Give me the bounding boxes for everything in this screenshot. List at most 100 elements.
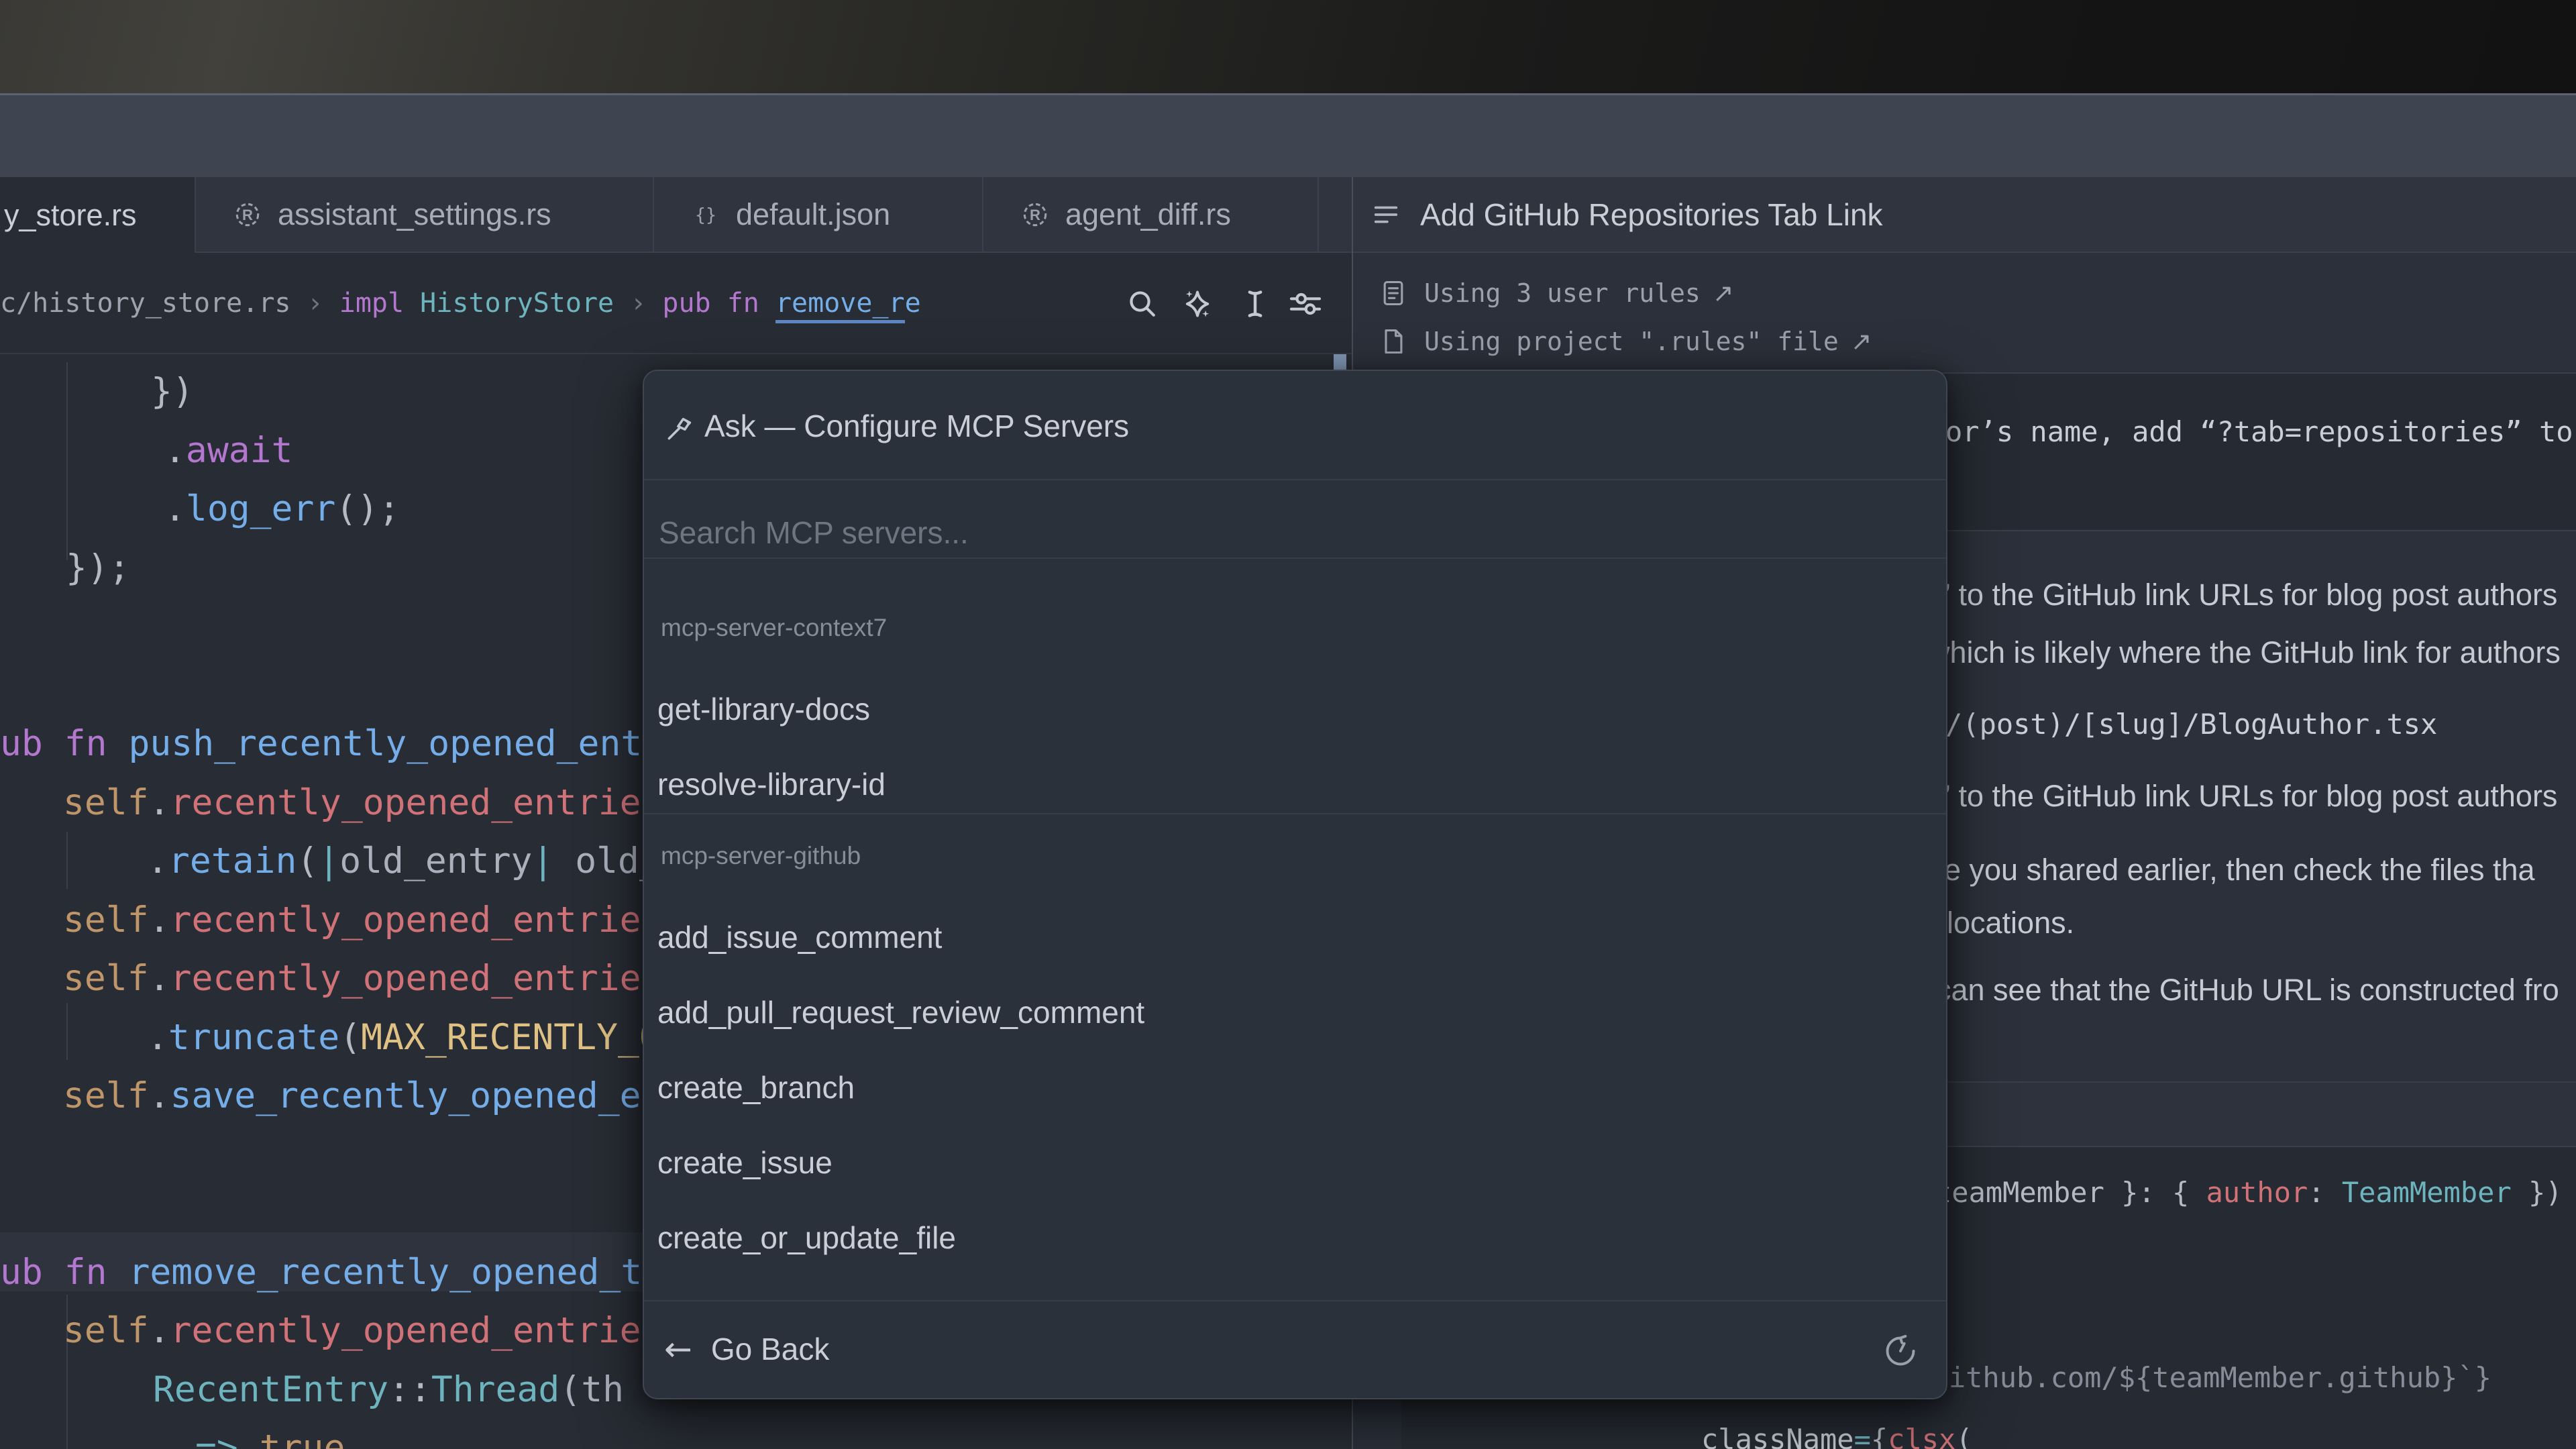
code-token: remove_recently_opened_th	[128, 1252, 663, 1293]
editor-scrollbar-thumb[interactable]	[1334, 354, 1346, 370]
svg-text:R: R	[242, 207, 253, 223]
code-token: self	[63, 958, 149, 999]
code-token: save_recently_opened_en	[170, 1075, 663, 1116]
code-token: self	[63, 900, 149, 941]
code-line: })	[151, 362, 194, 421]
breadcrumb[interactable]: c/history_store.rs › impl HistoryStore ›…	[0, 280, 921, 327]
modal-footer: ← Go Back	[644, 1300, 1946, 1398]
code-line: ub fn push_recently_opened_entr	[0, 714, 663, 773]
mcp-tool-item[interactable]: add_pull_request_review_comment	[657, 980, 1935, 1044]
svg-text:{}: {}	[695, 205, 716, 225]
history-icon[interactable]	[1883, 1334, 1918, 1368]
code-line: self.save_recently_opened_en	[63, 1067, 662, 1125]
code-token: fn	[64, 723, 129, 764]
code-token: ();	[335, 488, 400, 529]
tab-y_store.rs[interactable]: y_store.rs	[0, 177, 196, 253]
code-token: self	[63, 782, 149, 823]
mcp-tool-item[interactable]: resolve-library-id	[657, 752, 1935, 816]
sliders-icon[interactable]	[1287, 285, 1324, 323]
mcp-tool-item[interactable]: create_branch	[657, 1055, 1935, 1120]
modal-title: Ask — Configure MCP Servers	[704, 408, 1129, 444]
tab-default.json[interactable]: {}default.json	[654, 177, 983, 252]
code-line: });	[66, 539, 130, 597]
code-token: ub	[0, 723, 64, 764]
response-line: /(post)/[slug]/BlogAuthor.tsx	[1945, 706, 2437, 743]
thread-title: Add GitHub Repositories Tab Link	[1420, 197, 1883, 233]
code-line: .retain(|old_entry| old_ent	[147, 832, 725, 890]
rules-row[interactable]: Using 3 user rules↗	[1379, 278, 1734, 308]
code-token: true	[238, 1428, 345, 1449]
breadcrumb-segment: HistoryStore	[420, 288, 614, 319]
code-token: self	[63, 1310, 149, 1351]
code-line: RecentEntry::Thread(th	[153, 1360, 624, 1419]
mcp-tool-item[interactable]: get-library-docs	[657, 677, 1935, 741]
code-token: recently_opened_entries	[170, 782, 663, 823]
mcp-tool-item[interactable]: create_or_update_file	[657, 1205, 1935, 1270]
code-token: });	[66, 547, 130, 588]
tab-label: y_store.rs	[4, 198, 137, 233]
divider	[644, 557, 1946, 559]
mcp-tool-item[interactable]: add_issue_comment	[657, 905, 1935, 969]
divider	[644, 813, 1946, 814]
indent-guide	[66, 1003, 68, 1060]
code-line: => true,	[195, 1419, 366, 1449]
code-token: .	[147, 1017, 168, 1058]
code-line: self.recently_opened_entries	[63, 949, 662, 1008]
response-line: ” to the GitHub link URLs for blog post …	[1940, 576, 2557, 614]
code-token: :	[2308, 1176, 2342, 1209]
rust-icon: R	[1020, 199, 1051, 230]
code-token: |	[532, 841, 553, 881]
code-token: (th	[559, 1369, 624, 1410]
rules-label: Using project ".rules" file	[1424, 327, 1839, 356]
sparkle-icon[interactable]	[1179, 285, 1216, 323]
code-token: |	[318, 841, 339, 881]
code-token: })	[151, 371, 194, 412]
go-back-button[interactable]: ← Go Back	[664, 1330, 829, 1368]
tab-label: assistant_settings.rs	[278, 197, 551, 232]
code-token: clsx	[1888, 1423, 1955, 1449]
tab-assistant_settings.rs[interactable]: Rassistant_settings.rs	[196, 177, 654, 252]
code-line: self.recently_opened_entries	[63, 891, 662, 949]
code-token: ub	[0, 1252, 64, 1293]
ibeam-icon[interactable]	[1236, 285, 1274, 323]
mcp-search-input[interactable]	[657, 508, 1868, 557]
code-token: TeamMember	[2342, 1176, 2512, 1209]
json-icon: {}	[690, 199, 721, 230]
code-token: =	[1854, 1423, 1871, 1449]
breadcrumb-segment: c/history_store.rs	[0, 288, 290, 319]
code-line: self.recently_opened_entries	[63, 1301, 662, 1360]
tab-agent_diff.rs[interactable]: Ragent_diff.rs	[983, 177, 1319, 252]
panel-code-line: className={clsx(	[1701, 1421, 1973, 1449]
mcp-section-label: mcp-server-github	[661, 842, 861, 870]
code-token: })	[2512, 1176, 2563, 1209]
code-token: ::	[388, 1369, 431, 1410]
mcp-tool-item[interactable]: create_issue	[657, 1130, 1935, 1195]
code-token: .	[149, 900, 170, 941]
go-back-label: Go Back	[711, 1331, 829, 1367]
code-token: await	[186, 430, 293, 471]
mcp-server-modal: Ask — Configure MCP Servers mcp-server-c…	[643, 370, 1947, 1399]
mcp-section-label: mcp-server-context7	[661, 614, 887, 642]
code-token: RecentEntry	[153, 1369, 388, 1410]
breadcrumb-segment: ›	[614, 288, 662, 319]
code-line: .truncate(MAX_RECENTLY_OPEN	[147, 1008, 725, 1067]
breadcrumb-segment: e	[905, 288, 921, 319]
code-token: .	[149, 958, 170, 999]
agent-panel-header[interactable]: Add GitHub Repositories Tab Link	[1353, 177, 2576, 253]
panel-code-line: teamMember }: { author: TeamMember })	[1935, 1174, 2563, 1212]
code-token: (	[297, 841, 318, 881]
code-token: self	[63, 1075, 149, 1116]
window-titlebar[interactable]	[0, 93, 2576, 177]
code-token: .	[147, 841, 168, 881]
rules-row[interactable]: Using project ".rules" file↗	[1379, 327, 1872, 356]
code-token: .	[149, 1310, 170, 1351]
code-token: {	[1871, 1423, 1888, 1449]
response-line: ” to the GitHub link URLs for blog post …	[1940, 777, 2557, 816]
code-token: old_entry	[339, 841, 532, 881]
breadcrumb-segment: remove_r	[775, 288, 905, 323]
rules-label: Using 3 user rules	[1424, 278, 1701, 308]
code-token: .	[149, 782, 170, 823]
search-icon[interactable]	[1124, 285, 1161, 323]
code-line: .log_err();	[164, 480, 400, 538]
thread-list-icon[interactable]	[1371, 199, 1401, 230]
